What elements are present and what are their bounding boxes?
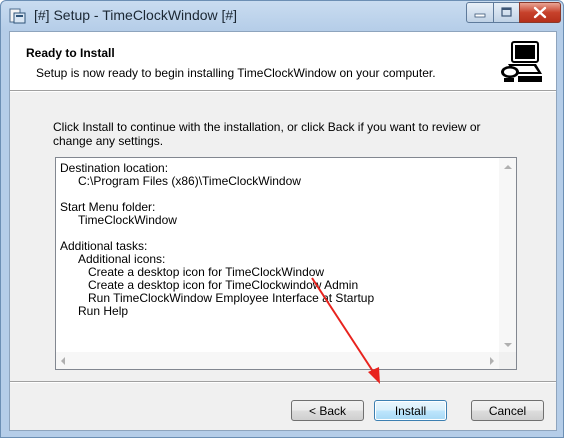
vertical-scrollbar[interactable] <box>499 158 516 352</box>
back-button[interactable]: < Back <box>291 400 364 421</box>
close-icon <box>533 6 547 19</box>
cancel-button[interactable]: Cancel <box>471 400 544 421</box>
header-divider <box>10 90 556 92</box>
memo-line: Run Help <box>78 304 129 318</box>
memo-line: C:\Program Files (x86)\TimeClockWindow <box>78 174 301 188</box>
setup-window: [#] Setup - TimeClockWindow [#] Ready to… <box>0 0 564 438</box>
horizontal-scrollbar[interactable] <box>56 352 499 369</box>
install-button[interactable]: Install <box>374 400 447 421</box>
memo-line: TimeClockWindow <box>78 213 177 227</box>
instructions-line-2: change any settings. <box>53 134 164 148</box>
footer-divider <box>10 381 556 383</box>
computer-install-icon <box>498 38 546 86</box>
wizard-client-area: Ready to Install Setup is now ready to b… <box>9 31 557 431</box>
scroll-up-icon[interactable] <box>504 165 512 169</box>
minimize-icon <box>474 13 486 18</box>
ready-memo-text: Destination location: C:\Program Files (x… <box>60 162 490 348</box>
maximize-button[interactable] <box>493 2 520 23</box>
window-title: [#] Setup - TimeClockWindow [#] <box>34 7 238 23</box>
close-button[interactable] <box>519 2 561 23</box>
instructions-text: Click Install to continue with the insta… <box>53 120 513 148</box>
page-title: Ready to Install <box>26 46 115 60</box>
instructions-line-1: Click Install to continue with the insta… <box>53 120 481 134</box>
scroll-left-icon[interactable] <box>61 357 65 365</box>
page-subtitle: Setup is now ready to begin installing T… <box>36 66 436 80</box>
maximize-icon <box>501 7 512 17</box>
scroll-right-icon[interactable] <box>490 357 494 365</box>
scroll-down-icon[interactable] <box>504 343 512 347</box>
setup-app-icon <box>9 8 26 24</box>
ready-memo-box[interactable]: Destination location: C:\Program Files (x… <box>55 157 517 370</box>
scrollbar-corner <box>499 352 516 369</box>
wizard-header: Ready to Install Setup is now ready to b… <box>10 32 556 90</box>
title-bar[interactable]: [#] Setup - TimeClockWindow [#] <box>1 1 563 31</box>
minimize-button[interactable] <box>466 2 494 23</box>
